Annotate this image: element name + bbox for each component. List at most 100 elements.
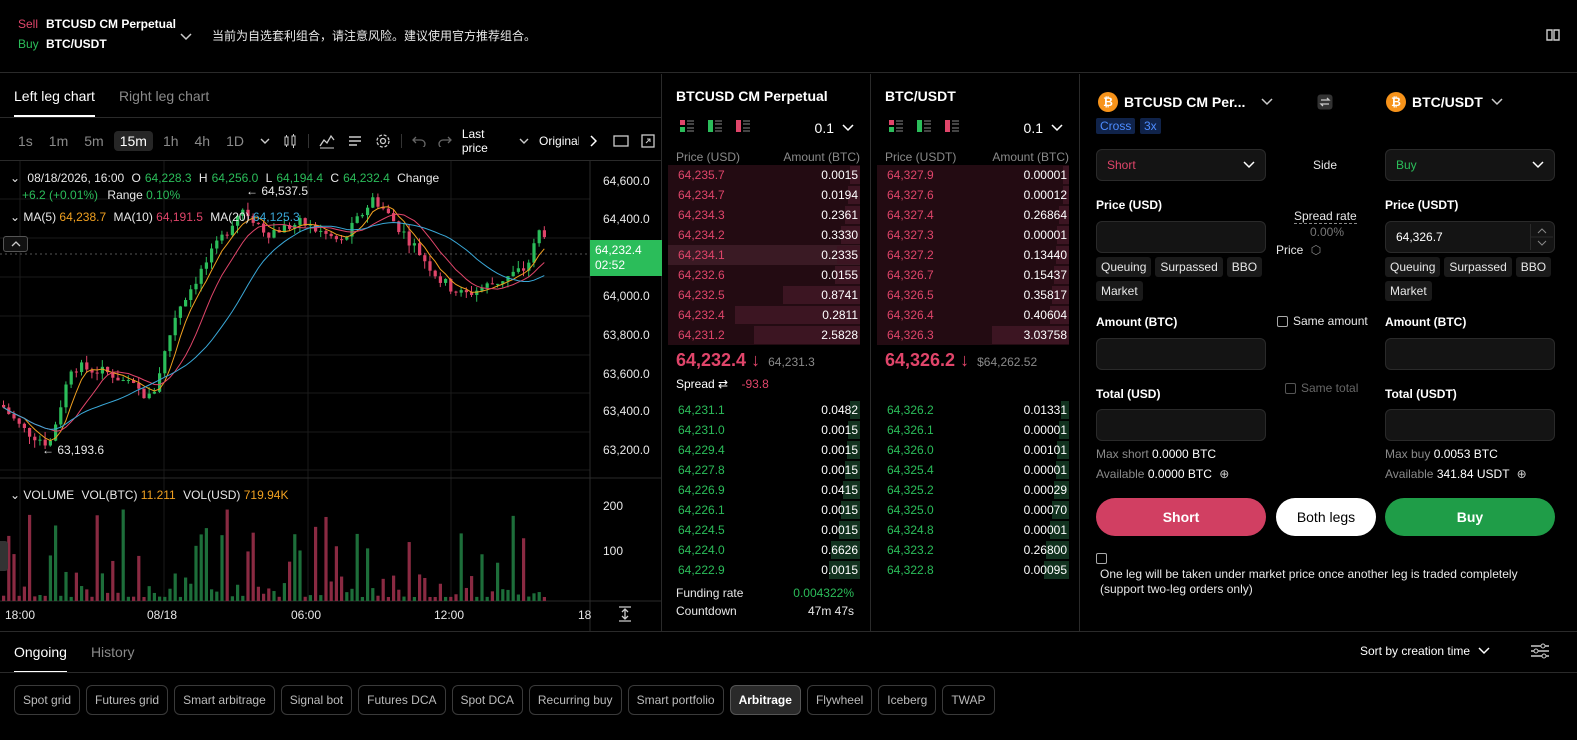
ma-collapse-chevron-icon[interactable]: ⌄ xyxy=(10,210,20,224)
right-price-input[interactable]: 64,326.7 xyxy=(1385,221,1555,253)
timeframe-1m[interactable]: 1m xyxy=(43,131,74,151)
book-step-select[interactable]: 0.1 xyxy=(1024,120,1063,136)
strategy-iceberg[interactable]: Iceberg xyxy=(878,685,937,715)
price-mode-chip-queuing[interactable]: Queuing xyxy=(1096,257,1152,277)
strategy-signal-bot[interactable]: Signal bot xyxy=(280,685,353,715)
expand-icon[interactable] xyxy=(641,134,655,148)
bid-row[interactable]: 64,229.4 0.0015 xyxy=(668,440,860,460)
strategy-smart-portfolio[interactable]: Smart portfolio xyxy=(627,685,724,715)
guide-book-icon[interactable] xyxy=(1545,27,1561,46)
bid-row[interactable]: 64,324.8 0.00001 xyxy=(877,520,1069,540)
price-mode-chip-market[interactable]: Market xyxy=(1385,281,1432,301)
ask-row[interactable]: 64,327.2 0.13440 xyxy=(877,245,1069,265)
ask-row[interactable]: 64,234.3 0.2361 xyxy=(668,205,860,225)
buy-button[interactable]: Buy xyxy=(1385,498,1555,536)
timeframe-1h[interactable]: 1h xyxy=(157,131,185,151)
bid-row[interactable]: 64,222.9 0.0015 xyxy=(668,560,860,580)
timeframe-5m[interactable]: 5m xyxy=(78,131,109,151)
bid-row[interactable]: 64,325.0 0.00070 xyxy=(877,500,1069,520)
redo-icon[interactable] xyxy=(438,135,452,147)
sort-select[interactable]: Sort by creation time xyxy=(1360,644,1490,658)
price-type-select[interactable]: Last price xyxy=(462,127,509,155)
bid-row[interactable]: 64,322.8 0.00095 xyxy=(877,560,1069,580)
book-view-bids-icon[interactable] xyxy=(708,120,722,135)
bid-row[interactable]: 64,325.4 0.00001 xyxy=(877,460,1069,480)
ask-row[interactable]: 64,234.2 0.3330 xyxy=(668,225,860,245)
ask-row[interactable]: 64,232.6 0.0155 xyxy=(668,265,860,285)
bid-row[interactable]: 64,226.1 0.0015 xyxy=(668,500,860,520)
bid-row[interactable]: 64,326.2 0.01331 xyxy=(877,400,1069,420)
drawing-list-icon[interactable] xyxy=(347,133,363,149)
price-mode-chip-bbo[interactable]: BBO xyxy=(1515,257,1552,277)
short-button[interactable]: Short xyxy=(1096,498,1266,536)
auto-scale-icon[interactable] xyxy=(618,606,632,625)
bid-row[interactable]: 64,227.8 0.0015 xyxy=(668,460,860,480)
strategy-futures-grid[interactable]: Futures grid xyxy=(86,685,169,715)
timeframe-1d[interactable]: 1D xyxy=(220,131,250,151)
timeframe-1s[interactable]: 1s xyxy=(12,131,39,151)
ask-row[interactable]: 64,327.3 0.00001 xyxy=(877,225,1069,245)
book-view-both-icon[interactable] xyxy=(889,120,903,135)
right-leg-pair-select[interactable]: ₿ BTC/USDT xyxy=(1386,92,1503,112)
price-stepper[interactable] xyxy=(1530,224,1553,250)
book-view-asks-icon[interactable] xyxy=(945,120,959,135)
left-amount-input[interactable] xyxy=(1096,338,1266,370)
strategy-smart-arbitrage[interactable]: Smart arbitrage xyxy=(174,685,275,715)
timeframe-more-chevron-icon[interactable] xyxy=(260,138,270,144)
strategy-arbitrage[interactable]: Arbitrage xyxy=(729,685,801,715)
ask-row[interactable]: 64,234.7 0.0194 xyxy=(668,185,860,205)
strategy-spot-dca[interactable]: Spot DCA xyxy=(451,685,523,715)
strategy-twap[interactable]: TWAP xyxy=(942,685,995,715)
right-side-select[interactable]: Buy xyxy=(1385,149,1555,181)
ask-row[interactable]: 64,232.4 0.2811 xyxy=(668,305,860,325)
bid-row[interactable]: 64,326.1 0.00001 xyxy=(877,420,1069,440)
same-total-toggle[interactable]: Same total xyxy=(1285,381,1358,395)
price-mode-chip-market[interactable]: Market xyxy=(1096,281,1143,301)
price-mode-chip-bbo[interactable]: BBO xyxy=(1226,257,1263,277)
price-mode-chip-surpassed[interactable]: Surpassed xyxy=(1155,257,1223,277)
bid-row[interactable]: 64,224.0 0.6626 xyxy=(668,540,860,560)
strategy-recurring-buy[interactable]: Recurring buy xyxy=(528,685,622,715)
candlestick-chart[interactable] xyxy=(0,161,662,631)
price-mode-chip-surpassed[interactable]: Surpassed xyxy=(1444,257,1512,277)
tab-ongoing[interactable]: Ongoing xyxy=(14,644,67,673)
bid-row[interactable]: 64,226.9 0.0415 xyxy=(668,480,860,500)
leverage-badge[interactable]: 3x xyxy=(1140,118,1161,134)
bid-row[interactable]: 64,323.2 0.26800 xyxy=(877,540,1069,560)
ask-row[interactable]: 64,327.9 0.00001 xyxy=(877,165,1069,185)
ask-row[interactable]: 64,234.1 0.2335 xyxy=(668,245,860,265)
ask-row[interactable]: 64,326.3 3.03758 xyxy=(877,325,1069,345)
ohlc-collapse-chevron-icon[interactable]: ⌄ xyxy=(10,171,20,185)
same-amount-toggle[interactable]: Same amount xyxy=(1277,314,1368,328)
fullscreen-window-icon[interactable] xyxy=(613,134,629,148)
ask-row[interactable]: 64,326.4 0.40604 xyxy=(877,305,1069,325)
price-type-chevron-icon[interactable] xyxy=(519,138,529,144)
left-leg-pair-select[interactable]: ₿ BTCUSD CM Per... xyxy=(1098,92,1273,112)
book-view-bids-icon[interactable] xyxy=(917,120,931,135)
indicators-icon[interactable] xyxy=(319,133,335,149)
filter-sliders-icon[interactable] xyxy=(1530,642,1550,663)
ask-row[interactable]: 64,235.7 0.0015 xyxy=(668,165,860,185)
price-mode-chip-queuing[interactable]: Queuing xyxy=(1385,257,1441,277)
volume-collapse-chevron-icon[interactable]: ⌄ xyxy=(10,488,20,502)
swap-legs-icon[interactable] xyxy=(1317,94,1333,113)
spread-rate-label[interactable]: Spread rate xyxy=(1294,209,1357,224)
left-transfer-plus-icon[interactable]: ⊕ xyxy=(1219,467,1229,481)
settings-gear-icon[interactable] xyxy=(375,133,391,149)
ask-row[interactable]: 64,327.4 0.26864 xyxy=(877,205,1069,225)
view-mode-select[interactable]: Original xyxy=(539,134,579,148)
right-transfer-plus-icon[interactable]: ⊕ xyxy=(1517,467,1527,481)
ask-row[interactable]: 64,326.7 0.15437 xyxy=(877,265,1069,285)
market-fill-checkbox[interactable] xyxy=(1096,553,1107,564)
tab-left-leg-chart[interactable]: Left leg chart xyxy=(14,88,95,117)
timeframe-15m[interactable]: 15m xyxy=(113,131,153,151)
same-amount-checkbox[interactable] xyxy=(1277,315,1288,327)
tab-right-leg-chart[interactable]: Right leg chart xyxy=(119,88,209,117)
bid-row[interactable]: 64,326.0 0.00101 xyxy=(877,440,1069,460)
strategy-spot-grid[interactable]: Spot grid xyxy=(14,685,81,715)
left-side-select[interactable]: Short xyxy=(1096,149,1266,181)
book-step-select[interactable]: 0.1 xyxy=(815,120,854,136)
ask-row[interactable]: 64,231.2 2.5828 xyxy=(668,325,860,345)
toolbar-scroll-right-icon[interactable] xyxy=(589,135,597,147)
pair-selector-chevron-icon[interactable] xyxy=(180,30,192,44)
